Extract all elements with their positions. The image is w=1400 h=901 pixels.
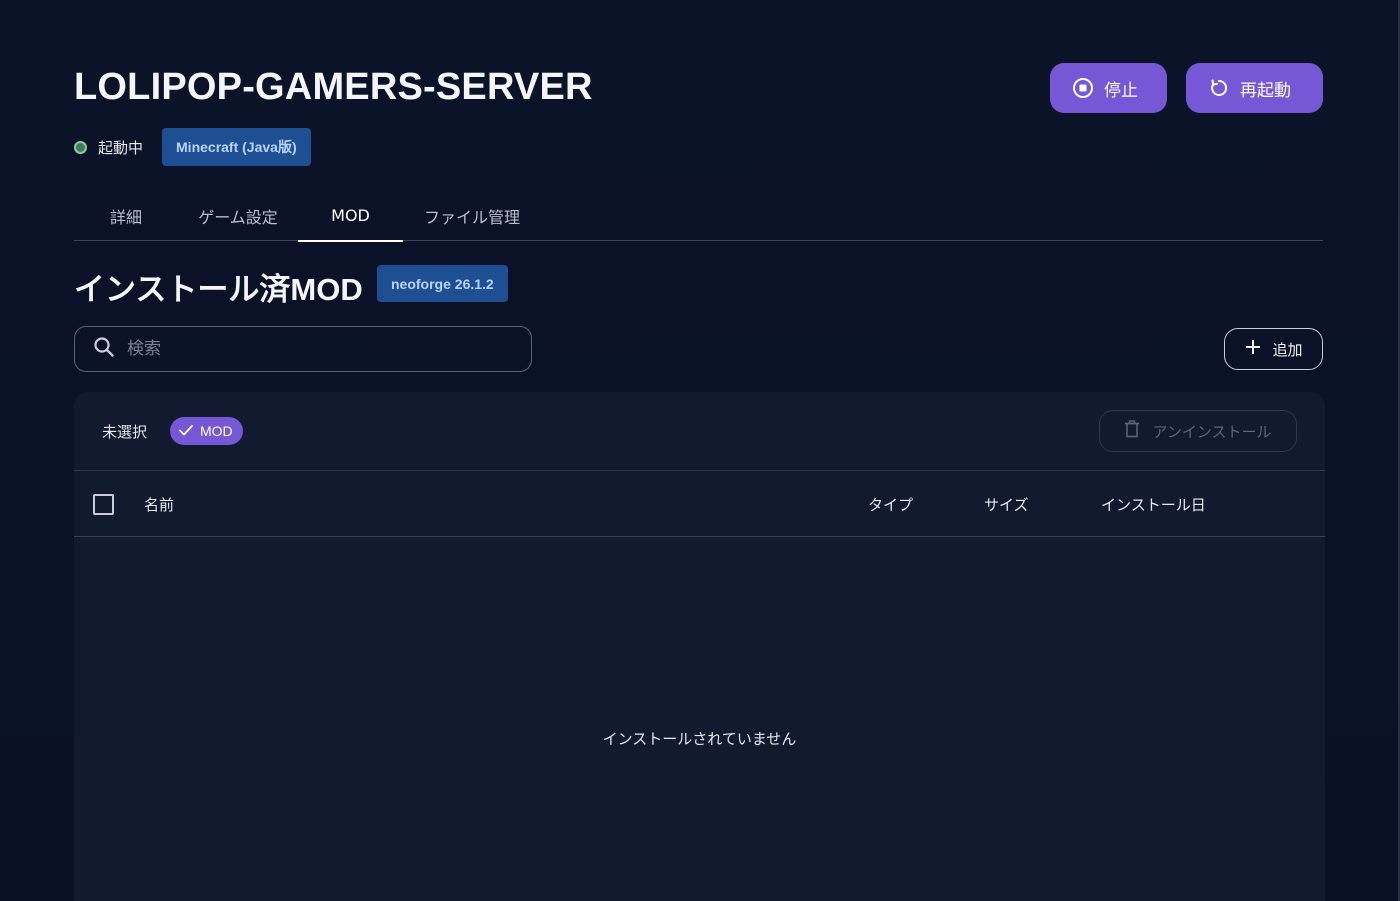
uninstall-button[interactable]: アンインストール — [1099, 410, 1297, 452]
mod-table-panel: 未選択 MOD アンインストール 名前 タイプ サイズ インストール日 インスト… — [74, 392, 1325, 901]
column-header-size[interactable]: サイズ — [984, 494, 1029, 515]
add-button-label: 追加 — [1272, 340, 1303, 359]
check-icon — [178, 422, 194, 441]
restart-icon — [1208, 77, 1230, 99]
restart-button-label: 再起動 — [1240, 80, 1291, 101]
table-header: 名前 タイプ サイズ インストール日 — [74, 472, 1325, 537]
tab-bar: 詳細 ゲーム設定 MOD ファイル管理 — [74, 190, 1323, 242]
empty-state-message: インストールされていません — [602, 730, 797, 748]
add-mod-button[interactable]: 追加 — [1224, 328, 1323, 370]
game-badge: Minecraft (Java版) — [162, 128, 311, 166]
status-indicator-icon — [74, 140, 87, 154]
server-page: LOLIPOP-GAMERS-SERVER 停止 再起動 起動中 Minecra… — [0, 0, 1400, 901]
select-all-checkbox[interactable] — [93, 494, 114, 515]
stop-icon — [1072, 77, 1094, 99]
search-input[interactable] — [127, 339, 507, 359]
status-row: 起動中 Minecraft (Java版) — [74, 128, 311, 166]
column-header-install-date[interactable]: インストール日 — [1101, 494, 1206, 515]
column-header-type[interactable]: タイプ — [868, 494, 913, 515]
tab-game-settings[interactable]: ゲーム設定 — [186, 190, 290, 241]
stop-button[interactable]: 停止 — [1050, 63, 1167, 113]
server-actions: 停止 再起動 — [1050, 63, 1323, 113]
plus-icon — [1244, 338, 1262, 360]
mod-filter-chip-label: MOD — [200, 423, 233, 439]
server-header: LOLIPOP-GAMERS-SERVER 停止 再起動 起動中 Minecra… — [74, 62, 1323, 172]
tab-details[interactable]: 詳細 — [92, 190, 160, 241]
selection-status: 未選択 — [102, 423, 148, 441]
search-box[interactable] — [74, 326, 532, 372]
search-icon — [93, 336, 115, 362]
restart-button[interactable]: 再起動 — [1186, 63, 1323, 113]
server-title: LOLIPOP-GAMERS-SERVER — [74, 66, 593, 108]
table-toolbar: 未選択 MOD アンインストール — [74, 392, 1325, 471]
mod-filter-chip[interactable]: MOD — [170, 417, 243, 445]
status-text: 起動中 — [98, 138, 144, 157]
column-header-name[interactable]: 名前 — [144, 494, 174, 515]
section-title: インストール済MOD — [74, 272, 363, 307]
loader-version-badge: neoforge 26.1.2 — [377, 265, 508, 302]
tab-file-management[interactable]: ファイル管理 — [414, 190, 530, 241]
stop-button-label: 停止 — [1104, 80, 1138, 101]
uninstall-button-label: アンインストール — [1152, 422, 1272, 441]
tab-mod[interactable]: MOD — [298, 190, 403, 242]
trash-icon — [1124, 420, 1140, 442]
